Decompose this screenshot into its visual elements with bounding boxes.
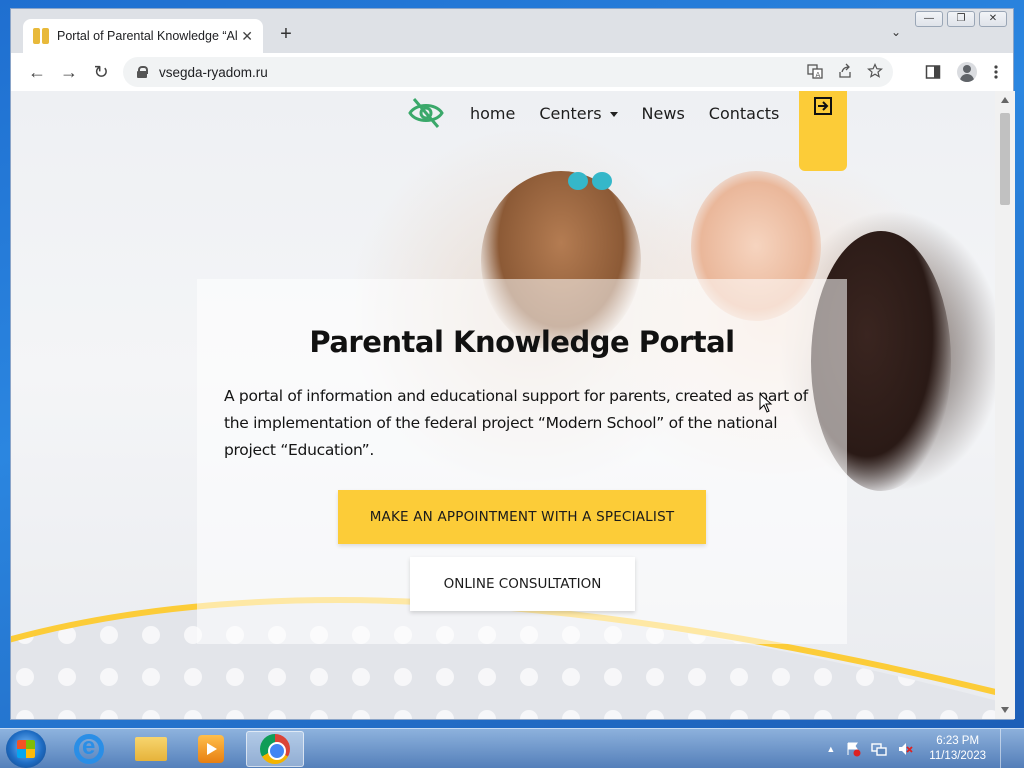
new-tab-button[interactable]: + xyxy=(275,23,297,46)
browser-window: Portal of Parental Knowledge “Al ✕ + ⌄ —… xyxy=(10,8,1015,720)
taskbar-internet-explorer[interactable] xyxy=(60,731,118,767)
back-button[interactable]: ← xyxy=(21,56,53,88)
taskbar: ▲ 6:23 PM 11/13/2023 xyxy=(0,728,1024,768)
tab-close-icon[interactable]: ✕ xyxy=(241,28,253,45)
page-viewport: home Centers News Contacts Parental Know… xyxy=(11,91,995,719)
page-title: Parental Knowledge Portal xyxy=(309,325,735,359)
sidepanel-icon[interactable] xyxy=(925,64,941,80)
reload-button[interactable]: ↻ xyxy=(85,56,117,88)
star-icon[interactable] xyxy=(867,63,883,79)
show-hidden-icons-button[interactable]: ▲ xyxy=(826,744,835,754)
forward-button[interactable]: → xyxy=(53,56,85,88)
scrollbar-thumb[interactable] xyxy=(1000,113,1010,205)
volume-muted-icon[interactable] xyxy=(897,741,913,757)
system-clock[interactable]: 6:23 PM 11/13/2023 xyxy=(929,734,986,764)
profile-icon[interactable] xyxy=(957,62,977,82)
media-player-icon xyxy=(198,735,224,763)
restore-button[interactable]: ❐ xyxy=(947,11,975,27)
folder-icon xyxy=(135,737,167,761)
scroll-up-arrow-icon[interactable] xyxy=(1001,97,1009,103)
show-desktop-button[interactable] xyxy=(1000,729,1014,768)
lock-icon[interactable] xyxy=(137,66,148,78)
close-window-button[interactable]: ✕ xyxy=(979,11,1007,27)
login-button[interactable] xyxy=(799,91,847,171)
browser-toolbar: ← → ↻ vsegda-ryadom.ru A xyxy=(11,53,1013,91)
taskbar-google-chrome[interactable] xyxy=(246,731,304,767)
eye-logo-icon[interactable] xyxy=(406,93,446,133)
mouse-cursor-icon xyxy=(759,393,773,413)
start-button[interactable] xyxy=(6,730,46,768)
vertical-scrollbar[interactable] xyxy=(995,91,1015,719)
online-consultation-button[interactable]: ONLINE CONSULTATION xyxy=(410,557,635,611)
site-favicon-icon xyxy=(33,28,49,44)
nav-home[interactable]: home xyxy=(470,104,515,123)
internet-explorer-icon xyxy=(74,733,104,764)
hero-photo-bow xyxy=(566,166,616,196)
tab-title: Portal of Parental Knowledge “Al xyxy=(57,29,237,43)
action-center-icon[interactable] xyxy=(845,741,861,757)
tab-strip: Portal of Parental Knowledge “Al ✕ + ⌄ —… xyxy=(11,9,1013,53)
taskbar-windows-explorer[interactable] xyxy=(122,731,180,767)
menu-icon[interactable] xyxy=(993,64,999,80)
chevron-down-icon xyxy=(609,111,618,117)
tab-search-chevron-icon[interactable]: ⌄ xyxy=(891,25,901,39)
address-url[interactable]: vsegda-ryadom.ru xyxy=(159,65,268,80)
network-icon[interactable] xyxy=(871,741,887,757)
login-icon xyxy=(814,97,832,115)
hero-description: A portal of information and educational … xyxy=(224,387,808,459)
clock-time: 6:23 PM xyxy=(936,735,980,747)
nav-contacts[interactable]: Contacts xyxy=(709,104,780,123)
nav-centers-label: Centers xyxy=(539,103,602,123)
scroll-down-arrow-icon[interactable] xyxy=(1001,707,1009,713)
address-bar[interactable]: vsegda-ryadom.ru A xyxy=(123,57,893,87)
minimize-button[interactable]: — xyxy=(915,11,943,27)
clock-date: 11/13/2023 xyxy=(929,750,986,762)
make-appointment-button[interactable]: MAKE AN APPOINTMENT WITH A SPECIALIST xyxy=(338,490,706,544)
site-navigation: home Centers News Contacts xyxy=(406,91,779,135)
browser-tab[interactable]: Portal of Parental Knowledge “Al ✕ xyxy=(23,19,263,53)
chrome-icon xyxy=(260,734,290,764)
svg-text:A: A xyxy=(816,71,821,79)
nav-news[interactable]: News xyxy=(642,104,685,123)
window-controls: — ❐ ✕ xyxy=(915,11,1007,27)
system-tray: ▲ 6:23 PM 11/13/2023 xyxy=(826,729,1014,768)
taskbar-media-player[interactable] xyxy=(182,731,240,767)
hero-card: Parental Knowledge Portal A portal of in… xyxy=(197,279,847,644)
nav-centers[interactable]: Centers xyxy=(539,103,618,123)
share-icon[interactable] xyxy=(837,63,853,79)
translate-icon[interactable]: A xyxy=(807,63,823,79)
